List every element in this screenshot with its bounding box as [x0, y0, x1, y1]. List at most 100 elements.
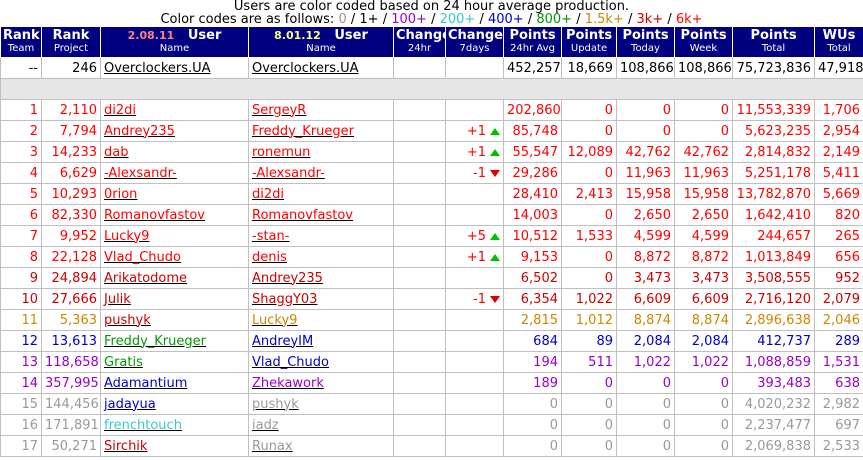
- user-name-link-current[interactable]: Romanovfastov: [248, 204, 394, 226]
- team-name-link[interactable]: Overclockers.UA: [100, 57, 249, 79]
- user-name-link-current-text[interactable]: Lucky9: [252, 313, 297, 328]
- user-name-link-text[interactable]: jadayua: [104, 397, 156, 412]
- team-name-link-2[interactable]: Overclockers.UA: [248, 57, 394, 79]
- wus-total-text: 2,149: [822, 144, 860, 160]
- legend-item: 400+: [487, 12, 524, 27]
- user-name-link-current[interactable]: Runax: [248, 435, 394, 457]
- col-user-8-01-12[interactable]: 8.01.12 User Name: [248, 26, 394, 58]
- user-name-link[interactable]: Freddy_Krueger: [100, 330, 249, 352]
- user-name-link-current[interactable]: -Alexsandr-: [248, 162, 394, 184]
- points-today: 0: [616, 372, 675, 394]
- user-name-link[interactable]: Lucky9: [100, 225, 249, 247]
- user-name-link[interactable]: Julik: [100, 288, 249, 310]
- user-name-link[interactable]: pushyk: [100, 309, 249, 331]
- user-name-link[interactable]: Arikatodome: [100, 267, 249, 289]
- user-name-link-text[interactable]: -Alexsandr-: [104, 166, 177, 181]
- user-name-link-text[interactable]: Lucky9: [104, 229, 149, 244]
- user-name-link[interactable]: Adamantium: [100, 372, 249, 394]
- user-name-link-text[interactable]: Gratis: [104, 355, 143, 370]
- points-24hr-avg: 189: [503, 372, 562, 394]
- user-name-link-text[interactable]: frenchtouch: [104, 418, 182, 433]
- user-name-link[interactable]: Gratis: [100, 351, 249, 373]
- user-name-link[interactable]: di2di: [100, 99, 249, 121]
- user-name-link-current[interactable]: SergeyR: [248, 99, 394, 121]
- team-project-rank: 246: [41, 57, 101, 79]
- user-name-link-current[interactable]: pushyk: [248, 393, 394, 415]
- points-24hr-avg: 55,547: [503, 141, 562, 163]
- user-name-link-current-text[interactable]: -Alexsandr-: [252, 166, 325, 181]
- user-name-link-text[interactable]: di2di: [104, 103, 136, 118]
- col-change-7days[interactable]: Change 7days: [445, 26, 504, 58]
- user-name-link[interactable]: -Alexsandr-: [100, 162, 249, 184]
- points-today-text: 6,609: [633, 291, 671, 307]
- col-change-24hr[interactable]: Change 24hr: [393, 26, 446, 58]
- user-name-link-current-text[interactable]: -stan-: [252, 229, 289, 244]
- col-points-24hr-avg[interactable]: Points 24hr Avg: [503, 26, 562, 58]
- points-update-text: 1,533: [575, 228, 613, 244]
- user-name-link-text[interactable]: Julik: [104, 292, 131, 307]
- user-name-link[interactable]: frenchtouch: [100, 414, 249, 436]
- user-name-link[interactable]: 0rion: [100, 183, 249, 205]
- points-24hr-avg-text: 6,354: [520, 291, 558, 307]
- user-name-link-text[interactable]: Romanovfastov: [104, 208, 205, 223]
- user-name-link[interactable]: Andrey235: [100, 120, 249, 142]
- user-name-link[interactable]: dab: [100, 141, 249, 163]
- user-name-link-current-text[interactable]: di2di: [252, 187, 284, 202]
- user-name-link-text[interactable]: Vlad_Chudo: [104, 250, 181, 265]
- user-name-link-current[interactable]: -stan-: [248, 225, 394, 247]
- col-rank-project[interactable]: Rank Project: [41, 26, 101, 58]
- user-name-link-current-text[interactable]: AndreyIM: [252, 334, 313, 349]
- user-name-link-current[interactable]: Andrey235: [248, 267, 394, 289]
- user-name-link-current[interactable]: Zhekawork: [248, 372, 394, 394]
- points-update-text: 1,012: [575, 312, 613, 328]
- user-name-link-current[interactable]: denis: [248, 246, 394, 268]
- user-name-link-text[interactable]: pushyk: [104, 313, 151, 328]
- user-name-link-current-text[interactable]: denis: [252, 250, 287, 265]
- col-user-2-08-11[interactable]: 2.08.11 User Name: [100, 26, 249, 58]
- wus-total: 820: [814, 204, 863, 226]
- user-name-link[interactable]: Sirchik: [100, 435, 249, 457]
- user-name-link-current-text[interactable]: iadz: [252, 418, 279, 433]
- col-points-update[interactable]: Points Update: [561, 26, 617, 58]
- user-name-link-text[interactable]: Sirchik: [104, 439, 147, 454]
- user-name-link-current[interactable]: ShaggY03: [248, 288, 394, 310]
- points-total-text: 2,716,120: [744, 291, 811, 307]
- user-name-link-current-text[interactable]: Vlad_Chudo: [252, 355, 329, 370]
- user-name-link-current[interactable]: Freddy_Krueger: [248, 120, 394, 142]
- points-update: 0: [561, 393, 617, 415]
- user-name-link-current[interactable]: ronemun: [248, 141, 394, 163]
- user-name-link-current-text[interactable]: ShaggY03: [252, 292, 317, 307]
- user-name-link-current-text[interactable]: SergeyR: [252, 103, 306, 118]
- user-name-link-text[interactable]: 0rion: [104, 187, 137, 202]
- user-name-link-current-text[interactable]: ronemun: [252, 145, 310, 160]
- user-name-link-current[interactable]: iadz: [248, 414, 394, 436]
- user-name-link-current-text[interactable]: Andrey235: [252, 271, 323, 286]
- user-name-link-current-text[interactable]: pushyk: [252, 397, 299, 412]
- user-name-link-text[interactable]: Andrey235: [104, 124, 175, 139]
- user-name-link-text[interactable]: Arikatodome: [104, 271, 187, 286]
- user-name-link-text[interactable]: dab: [104, 145, 128, 160]
- col-points-total[interactable]: Points Total: [732, 26, 815, 58]
- user-name-link[interactable]: Vlad_Chudo: [100, 246, 249, 268]
- wus-total-text: 697: [835, 417, 860, 433]
- col-points-today[interactable]: Points Today: [616, 26, 675, 58]
- user-name-link-current[interactable]: di2di: [248, 183, 394, 205]
- rank-team-text: 17: [21, 438, 38, 454]
- user-name-link-current-text[interactable]: Freddy_Krueger: [252, 124, 354, 139]
- points-today: 6,609: [616, 288, 675, 310]
- user-name-link-text[interactable]: Adamantium: [104, 376, 187, 391]
- user-name-link-current[interactable]: Vlad_Chudo: [248, 351, 394, 373]
- user-name-link[interactable]: Romanovfastov: [100, 204, 249, 226]
- rank-project-text: 357,995: [45, 375, 99, 391]
- user-name-link-current[interactable]: AndreyIM: [248, 330, 394, 352]
- col-rank-team[interactable]: Rank Team: [0, 26, 42, 58]
- user-name-link-text[interactable]: Freddy_Krueger: [104, 334, 206, 349]
- user-name-link-current[interactable]: Lucky9: [248, 309, 394, 331]
- user-name-link-current-text[interactable]: Zhekawork: [252, 376, 324, 391]
- user-name-link-current-text[interactable]: Romanovfastov: [252, 208, 353, 223]
- col-wus-total[interactable]: WUs Total: [814, 26, 863, 58]
- user-name-link[interactable]: jadayua: [100, 393, 249, 415]
- col-points-week[interactable]: Points Week: [674, 26, 733, 58]
- user-name-link-current-text[interactable]: Runax: [252, 439, 293, 454]
- table-row: 1 2,110 di2di SergeyR 202,860 0 0 0 11,553,339 1,…: [0, 99, 863, 121]
